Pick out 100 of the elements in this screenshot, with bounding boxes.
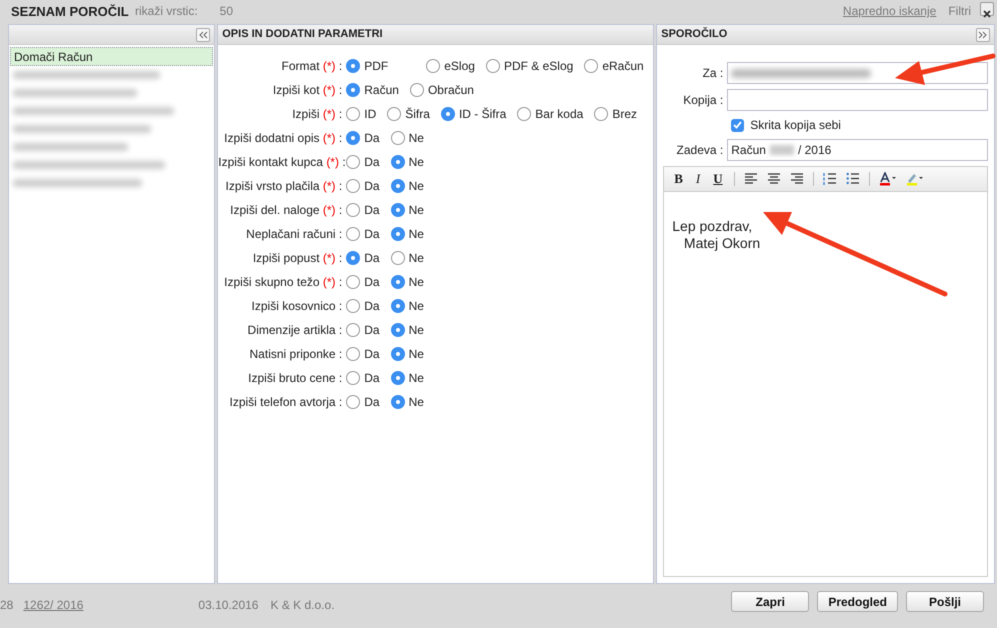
option-label: Da	[364, 130, 380, 147]
report-item[interactable]: Domači Račun	[10, 47, 214, 66]
background-text: K & K d.o.o.	[270, 597, 335, 614]
radio-button[interactable]	[390, 203, 405, 217]
label-colon: :	[338, 395, 342, 409]
radio-button[interactable]	[410, 83, 424, 97]
radio-button[interactable]	[346, 83, 360, 97]
radio-button[interactable]	[346, 371, 360, 385]
numbered-list-icon[interactable]	[822, 172, 837, 186]
radio-button[interactable]	[390, 131, 405, 145]
radio-button[interactable]	[346, 275, 360, 289]
radio-button[interactable]	[517, 107, 532, 121]
subject-field[interactable]: Račun / 2016	[727, 139, 988, 161]
required-mark: (*)	[322, 179, 336, 193]
radio-button[interactable]	[346, 347, 360, 361]
text-color-icon[interactable]	[878, 172, 897, 186]
radio-button[interactable]	[390, 179, 405, 193]
close-icon[interactable]	[980, 2, 994, 16]
dialog-title: SEZNAM POROČIL	[11, 3, 129, 22]
radio-button[interactable]	[346, 227, 360, 241]
label-colon: :	[338, 347, 342, 361]
option-label: Ne	[408, 178, 424, 195]
radio-button[interactable]	[346, 299, 360, 313]
option-label: Ne	[408, 130, 424, 147]
checkbox-label: Skrita kopija sebi	[750, 117, 841, 134]
bullet-list-icon[interactable]	[846, 172, 860, 186]
field-label: Izpiši del. naloge	[230, 203, 320, 217]
radio-button[interactable]	[390, 395, 405, 409]
required-mark: (*)	[322, 251, 336, 265]
label-colon: :	[338, 179, 342, 193]
collapse-right-icon[interactable]	[976, 28, 990, 42]
dialog-button[interactable]: Predogled	[817, 591, 898, 612]
label-colon: :	[338, 59, 342, 73]
option-label: Ne	[408, 322, 424, 339]
option-label: Da	[364, 154, 380, 171]
recipient-field[interactable]	[727, 62, 988, 84]
option-label: Bar koda	[535, 106, 584, 123]
required-mark: (*)	[322, 83, 336, 97]
radio-button[interactable]	[390, 323, 405, 337]
radio-button[interactable]	[346, 107, 360, 121]
field-label: Izpiši kontakt kupca	[218, 155, 323, 169]
dialog-button[interactable]: Zapri	[731, 591, 810, 612]
label-colon: :	[338, 203, 342, 217]
option-label: eRačun	[602, 58, 644, 75]
required-mark: (*)	[322, 131, 336, 145]
required-mark: (*)	[322, 203, 336, 217]
field-label: Za :	[702, 65, 724, 82]
option-label: Da	[364, 370, 380, 387]
option-label: PDF	[364, 58, 388, 75]
radio-button[interactable]	[440, 107, 455, 121]
underline-button[interactable]: U	[711, 172, 725, 186]
label-colon: :	[338, 371, 342, 385]
option-label: Ne	[408, 298, 424, 315]
label-colon: :	[338, 131, 342, 145]
align-left-icon[interactable]	[744, 172, 758, 186]
highlight-icon[interactable]	[906, 172, 924, 186]
label-colon: :	[338, 251, 342, 265]
radio-button[interactable]	[390, 347, 405, 361]
panel-title: OPIS IN DODATNI PARAMETRI	[222, 27, 383, 42]
align-right-icon[interactable]	[790, 172, 804, 186]
dialog-button[interactable]: Pošlji	[906, 591, 984, 612]
field-label: Izpiši skupno težo	[224, 275, 320, 289]
bold-button[interactable]: B	[672, 172, 685, 186]
radio-button[interactable]	[346, 323, 360, 337]
radio-button[interactable]	[584, 59, 598, 73]
radio-button[interactable]	[390, 251, 405, 265]
radio-button[interactable]	[346, 59, 360, 73]
radio-button[interactable]	[346, 395, 360, 409]
radio-button[interactable]	[390, 227, 405, 241]
field-label: Dimenzije artikla	[248, 323, 336, 337]
radio-button[interactable]	[390, 371, 405, 385]
field-label: Izpiši popust	[252, 251, 320, 265]
option-label: Ne	[408, 274, 424, 291]
radio-button[interactable]	[486, 59, 500, 73]
radio-button[interactable]	[387, 107, 402, 121]
option-label: Da	[364, 298, 380, 315]
background-text: 03.10.2016	[198, 597, 258, 614]
label-colon: :	[342, 155, 346, 169]
field-label: Kopija :	[682, 92, 724, 109]
radio-button[interactable]	[346, 251, 360, 265]
cc-field[interactable]	[727, 89, 988, 111]
label-colon: :	[338, 323, 342, 337]
checkbox[interactable]	[731, 118, 744, 132]
italic-button[interactable]: I	[694, 172, 702, 186]
radio-button[interactable]	[594, 107, 608, 121]
option-label: Ne	[408, 370, 424, 387]
radio-button[interactable]	[390, 155, 405, 169]
radio-button[interactable]	[390, 299, 405, 313]
radio-button[interactable]	[390, 275, 405, 289]
field-label: Natisni priponke	[250, 347, 336, 361]
radio-button[interactable]	[346, 131, 360, 145]
radio-button[interactable]	[426, 59, 440, 73]
radio-button[interactable]	[346, 203, 360, 217]
radio-button[interactable]	[346, 179, 360, 193]
option-label: Ne	[408, 202, 424, 219]
redacted-number	[770, 145, 794, 155]
radio-button[interactable]	[346, 155, 360, 169]
collapse-left-icon[interactable]	[196, 28, 210, 42]
align-center-icon[interactable]	[766, 172, 781, 186]
label-colon: :	[338, 275, 342, 289]
